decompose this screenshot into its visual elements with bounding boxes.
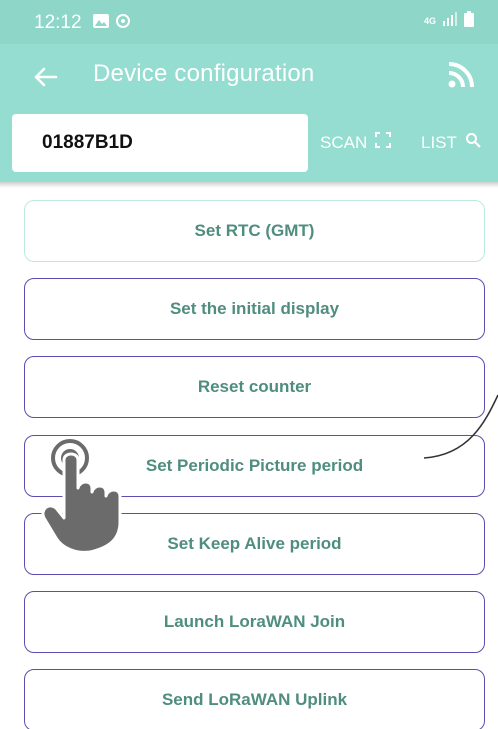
page-title: Device configuration <box>93 60 315 87</box>
list-button-label: LIST <box>421 132 457 152</box>
toolbar-shadow <box>0 182 498 188</box>
device-search-row: SCAN LIST <box>0 110 498 182</box>
set-initial-display-button[interactable]: Set the initial display <box>24 278 485 340</box>
image-icon <box>93 14 109 33</box>
list-button[interactable]: LIST <box>421 132 481 153</box>
status-time: 12:12 <box>34 12 82 33</box>
status-bar: 12:12 4G <box>0 0 498 44</box>
app-bar: Device configuration <box>0 44 498 110</box>
reset-counter-button[interactable]: Reset counter <box>24 356 485 418</box>
scan-button-label: SCAN <box>320 132 368 152</box>
device-id-field[interactable] <box>12 114 308 172</box>
set-keep-alive-period-button[interactable]: Set Keep Alive period <box>24 513 485 575</box>
signal-icon <box>442 12 458 31</box>
network-type: 4G <box>423 16 436 26</box>
battery-icon <box>464 11 474 32</box>
search-icon <box>465 132 481 153</box>
back-arrow-icon[interactable] <box>30 62 60 92</box>
send-lorawan-uplink-button[interactable]: Send LoRaWAN Uplink <box>24 669 485 729</box>
rss-icon[interactable] <box>446 60 476 90</box>
scan-icon <box>375 132 392 153</box>
scan-button[interactable]: SCAN <box>320 132 392 153</box>
sync-icon <box>115 13 131 34</box>
set-periodic-picture-period-button[interactable]: Set Periodic Picture period <box>24 435 485 497</box>
set-rtc-button[interactable]: Set RTC (GMT) <box>24 200 485 262</box>
launch-lorawan-join-button[interactable]: Launch LoraWAN Join <box>24 591 485 653</box>
